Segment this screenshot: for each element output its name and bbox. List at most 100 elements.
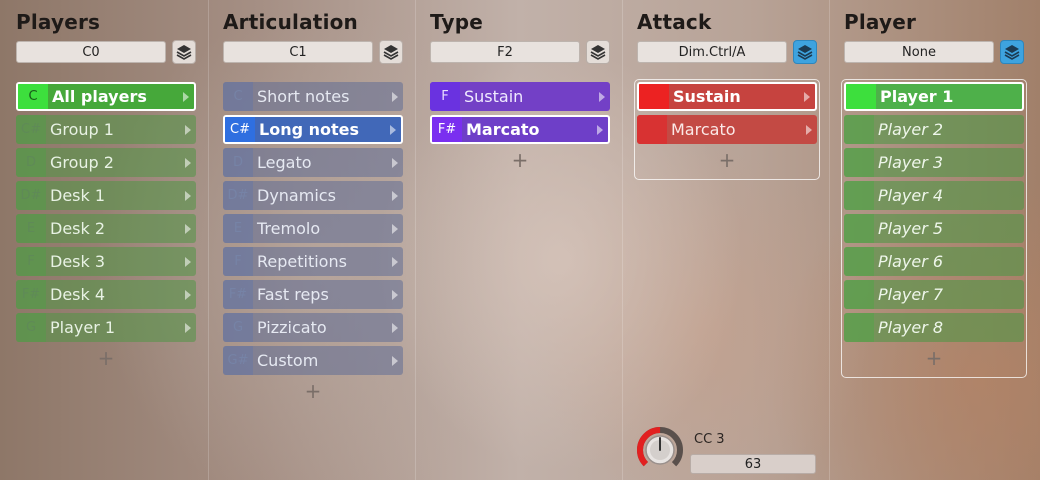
- list-item[interactable]: Player 2: [844, 115, 1024, 144]
- key-label: [844, 280, 874, 309]
- item-label: Desk 1: [50, 186, 106, 205]
- keyswitch-selector[interactable]: C0: [16, 41, 166, 63]
- item-label: Player 7: [878, 285, 944, 304]
- list-item[interactable]: G Pizzicato: [223, 313, 403, 342]
- list-item[interactable]: Sustain: [637, 82, 817, 111]
- key-label: [637, 115, 667, 144]
- list-item[interactable]: Marcato: [637, 115, 817, 144]
- item-label: Desk 2: [50, 219, 106, 238]
- list-item[interactable]: F# Fast reps: [223, 280, 403, 309]
- item-label: Desk 4: [50, 285, 106, 304]
- item-label: Long notes: [259, 120, 360, 139]
- key-label: G#: [223, 346, 253, 375]
- column-title: Player: [844, 10, 917, 34]
- key-label: D#: [223, 181, 253, 210]
- item-label: Tremolo: [257, 219, 321, 238]
- layers-icon[interactable]: [379, 40, 403, 64]
- key-label: G: [223, 313, 253, 342]
- keyswitch-selector[interactable]: Dim.Ctrl/A: [637, 41, 787, 63]
- list-item[interactable]: Player 7: [844, 280, 1024, 309]
- arrow-right-icon: [185, 256, 191, 267]
- arrow-right-icon: [392, 256, 398, 267]
- column-title: Players: [16, 10, 101, 34]
- item-label: Player 1: [50, 318, 116, 337]
- list-item[interactable]: Player 3: [844, 148, 1024, 177]
- add-item-button[interactable]: +: [430, 148, 610, 172]
- arrow-right-icon: [390, 124, 396, 135]
- type-list: F Sustain F# Marcato: [430, 82, 610, 148]
- list-item[interactable]: D Group 2: [16, 148, 196, 177]
- key-label: [844, 313, 874, 342]
- keyswitch-selector[interactable]: None: [844, 41, 994, 63]
- key-label: D#: [16, 181, 46, 210]
- layers-icon[interactable]: [793, 40, 817, 64]
- list-item[interactable]: Player 1: [844, 82, 1024, 111]
- add-item-button[interactable]: +: [16, 346, 196, 370]
- item-label: Player 4: [878, 186, 944, 205]
- item-label: Group 2: [50, 153, 114, 172]
- players-column: Players C0 C All players C# Group 1 D Gr…: [0, 0, 208, 480]
- list-item[interactable]: Player 5: [844, 214, 1024, 243]
- key-label: [844, 148, 874, 177]
- list-item[interactable]: F# Desk 4: [16, 280, 196, 309]
- key-label: [844, 181, 874, 210]
- arrow-right-icon: [392, 289, 398, 300]
- list-item[interactable]: F Repetitions: [223, 247, 403, 276]
- list-item[interactable]: G Player 1: [16, 313, 196, 342]
- list-item[interactable]: E Tremolo: [223, 214, 403, 243]
- layers-icon[interactable]: [586, 40, 610, 64]
- type-column: Type F2 F Sustain F# Marcato +: [414, 0, 622, 480]
- key-label: F#: [223, 280, 253, 309]
- keyswitch-selector[interactable]: C1: [223, 41, 373, 63]
- item-label: Repetitions: [257, 252, 347, 271]
- item-label: Legato: [257, 153, 312, 172]
- add-item-button[interactable]: +: [844, 346, 1024, 370]
- item-label: Sustain: [464, 87, 524, 106]
- list-item[interactable]: E Desk 2: [16, 214, 196, 243]
- list-item[interactable]: C Short notes: [223, 82, 403, 111]
- item-label: Dynamics: [257, 186, 336, 205]
- list-item[interactable]: C All players: [16, 82, 196, 111]
- item-label: Group 1: [50, 120, 114, 139]
- item-label: Player 6: [878, 252, 944, 271]
- list-item[interactable]: D Legato: [223, 148, 403, 177]
- arrow-right-icon: [392, 223, 398, 234]
- item-label: Custom: [257, 351, 319, 370]
- cc-value-field[interactable]: 63: [690, 454, 816, 474]
- layers-icon[interactable]: [1000, 40, 1024, 64]
- add-item-button[interactable]: +: [223, 379, 403, 403]
- list-item[interactable]: C# Long notes: [223, 115, 403, 144]
- item-label: Marcato: [466, 120, 540, 139]
- item-label: Player 1: [880, 87, 954, 106]
- list-item[interactable]: D# Dynamics: [223, 181, 403, 210]
- item-label: All players: [52, 87, 147, 106]
- item-label: Player 2: [878, 120, 944, 139]
- item-label: Pizzicato: [257, 318, 327, 337]
- list-item[interactable]: G# Custom: [223, 346, 403, 375]
- item-label: Short notes: [257, 87, 350, 106]
- item-label: Sustain: [673, 87, 741, 106]
- list-item[interactable]: Player 8: [844, 313, 1024, 342]
- key-label: [846, 84, 876, 109]
- keyswitch-selector[interactable]: F2: [430, 41, 580, 63]
- key-label: E: [16, 214, 46, 243]
- articulation-list: C Short notes C# Long notes D Legato D# …: [223, 82, 403, 379]
- list-item[interactable]: Player 6: [844, 247, 1024, 276]
- list-item[interactable]: Player 4: [844, 181, 1024, 210]
- key-label: D: [16, 148, 46, 177]
- layers-icon[interactable]: [172, 40, 196, 64]
- list-item[interactable]: F Sustain: [430, 82, 610, 111]
- add-item-button[interactable]: +: [637, 148, 817, 172]
- item-label: Player 3: [878, 153, 944, 172]
- key-label: [844, 115, 874, 144]
- list-item[interactable]: D# Desk 1: [16, 181, 196, 210]
- list-item[interactable]: C# Group 1: [16, 115, 196, 144]
- list-item[interactable]: F Desk 3: [16, 247, 196, 276]
- cc-knob[interactable]: [636, 426, 686, 473]
- key-label: [844, 247, 874, 276]
- item-label: Fast reps: [257, 285, 329, 304]
- cc-label: CC 3: [694, 432, 725, 447]
- key-label: C: [223, 82, 253, 111]
- key-label: [639, 84, 669, 109]
- list-item[interactable]: F# Marcato: [430, 115, 610, 144]
